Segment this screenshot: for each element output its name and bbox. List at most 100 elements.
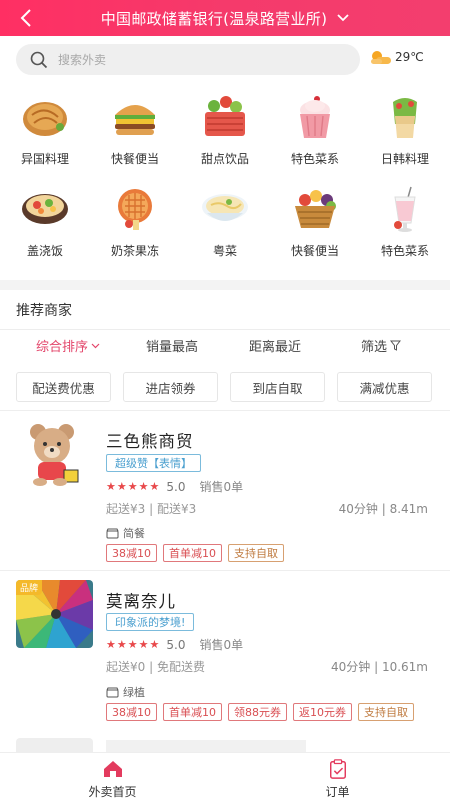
wrap-icon	[378, 92, 432, 142]
tab-comprehensive[interactable]: 综合排序	[36, 336, 100, 355]
star-icon: ★	[138, 480, 149, 493]
nav-label: 订单	[325, 785, 350, 799]
search-placeholder: 搜索外卖	[58, 53, 107, 67]
star-icon: ★	[138, 638, 149, 651]
shop-thumbnail: 品牌	[16, 580, 93, 648]
time-distance: 40分钟 | 10.61m	[331, 660, 428, 674]
nav-label: 外卖首页	[88, 785, 137, 799]
promo-badge: 首单减10	[163, 703, 222, 721]
category-label: 日韩料理	[380, 152, 429, 166]
burger-icon	[108, 92, 162, 142]
sales-count: 销售0单	[199, 638, 244, 652]
search-icon	[30, 51, 48, 68]
store-icon	[106, 687, 119, 697]
shop-card[interactable]: 品牌 莫离奈儿 印象派的梦境! ★ ★ ★ ★ ★ 5.0 销售0单 起送¥0 …	[0, 580, 450, 730]
store-icon	[106, 528, 119, 538]
chevron-down-icon[interactable]	[337, 14, 349, 22]
address-title[interactable]: 中国邮政储蓄银行(温泉路营业所)	[101, 8, 328, 29]
category-item[interactable]: 特色菜系	[270, 92, 360, 184]
category-label: 绿植	[123, 686, 145, 699]
tab-distance[interactable]: 距离最近	[249, 336, 301, 355]
star-icon: ★	[116, 638, 127, 651]
shop-tag: 印象派的梦境!	[106, 613, 195, 631]
category-item[interactable]: 盖浇饭	[0, 184, 90, 276]
category-label: 异国料理	[20, 152, 69, 166]
category-label: 奶茶果冻	[110, 244, 159, 258]
category-item[interactable]: 快餐便当	[90, 92, 180, 184]
shop-thumbnail-partial	[16, 738, 93, 752]
star-icon: ★	[127, 638, 138, 651]
category-label: 快餐便当	[110, 152, 159, 166]
sort-tabs: 综合排序 销量最高 距离最近 筛选	[0, 336, 450, 358]
order-icon	[329, 759, 346, 779]
shop-thumbnail	[16, 420, 93, 488]
star-icon: ★	[127, 480, 138, 493]
promo-badge: 领88元券	[228, 703, 287, 721]
shop-tag: 超级赞【表情】	[106, 454, 201, 472]
nav-home[interactable]: 外卖首页	[0, 753, 225, 800]
shop-name-partial	[106, 740, 306, 752]
time-distance: 40分钟 | 8.41m	[338, 502, 428, 516]
category-item[interactable]: 粤菜	[180, 184, 270, 276]
shop-name: 莫离奈儿	[106, 592, 176, 611]
recommend-title: 推荐商家	[16, 303, 72, 319]
star-icon: ★	[149, 480, 160, 493]
divider	[0, 570, 450, 571]
filter-chip[interactable]: 到店自取	[230, 372, 325, 402]
noodle-bowl-icon	[198, 184, 252, 234]
claypot-icon	[18, 184, 72, 234]
category-item[interactable]: 特色菜系	[360, 184, 450, 276]
category-item[interactable]: 日韩料理	[360, 92, 450, 184]
category-label: 简餐	[123, 527, 145, 540]
category-label: 快餐便当	[290, 244, 339, 258]
bottom-nav: 外卖首页 订单	[0, 752, 450, 800]
shop-category: 绿植	[106, 684, 145, 700]
category-label: 特色菜系	[290, 152, 339, 166]
chevron-down-icon	[91, 343, 100, 348]
tab-label: 距离最近	[249, 340, 302, 355]
rating-row: ★ ★ ★ ★ ★ 5.0 销售0单	[106, 636, 243, 653]
header-bar: 中国邮政储蓄银行(温泉路营业所)	[0, 0, 450, 36]
rating-row: ★ ★ ★ ★ ★ 5.0 销售0单	[106, 478, 243, 495]
tab-sales[interactable]: 销量最高	[146, 336, 198, 355]
promo-badge: 首单减10	[163, 544, 222, 562]
star-icon: ★	[106, 480, 116, 493]
search-input[interactable]: 搜索外卖	[16, 44, 360, 75]
category-grid: 异国料理 快餐便当 甜点饮品 特色菜系 日韩料理 盖浇饭 奶茶果冻 粤菜 快餐便…	[0, 92, 450, 276]
star-icon: ★	[149, 638, 160, 651]
shop-name: 三色熊商贸	[106, 432, 194, 451]
promo-badge: 38减10	[106, 703, 157, 721]
promo-badge: 支持自取	[228, 544, 284, 562]
category-item[interactable]: 快餐便当	[270, 184, 360, 276]
filter-chip[interactable]: 进店领券	[123, 372, 218, 402]
shop-category: 简餐	[106, 525, 145, 541]
tab-label: 筛选	[361, 340, 388, 355]
filter-chip[interactable]: 配送费优惠	[16, 372, 111, 402]
promo-badge: 返10元券	[293, 703, 352, 721]
shop-card[interactable]: 三色熊商贸 超级赞【表情】 ★ ★ ★ ★ ★ 5.0 销售0单 起送¥3 | …	[0, 420, 450, 570]
star-icon: ★	[116, 480, 127, 493]
category-item[interactable]: 奶茶果冻	[90, 184, 180, 276]
promo-list: 38减10 首单减10 支持自取	[106, 544, 284, 562]
divider	[0, 329, 450, 330]
tab-filter[interactable]: 筛选	[361, 336, 402, 355]
basket-icon	[198, 92, 252, 142]
section-divider	[0, 280, 450, 290]
back-icon[interactable]	[14, 6, 38, 30]
waffle-icon	[108, 184, 162, 234]
category-item[interactable]: 甜点饮品	[180, 92, 270, 184]
filter-chip[interactable]: 满减优惠	[337, 372, 432, 402]
fruit-basket-icon	[288, 184, 342, 234]
star-icon: ★	[106, 638, 116, 651]
rating-value: 5.0	[166, 479, 186, 494]
category-label: 粤菜	[212, 244, 237, 258]
divider	[0, 410, 450, 411]
category-item[interactable]: 异国料理	[0, 92, 90, 184]
delivery-info: 起送¥3 | 配送¥3	[106, 502, 197, 516]
nav-orders[interactable]: 订单	[225, 753, 450, 800]
promo-badge: 38减10	[106, 544, 157, 562]
home-icon	[103, 761, 122, 777]
tab-label: 综合排序	[36, 340, 89, 355]
promo-list: 38减10 首单减10 领88元券 返10元券 支持自取	[106, 703, 414, 721]
tab-label: 销量最高	[146, 340, 199, 355]
